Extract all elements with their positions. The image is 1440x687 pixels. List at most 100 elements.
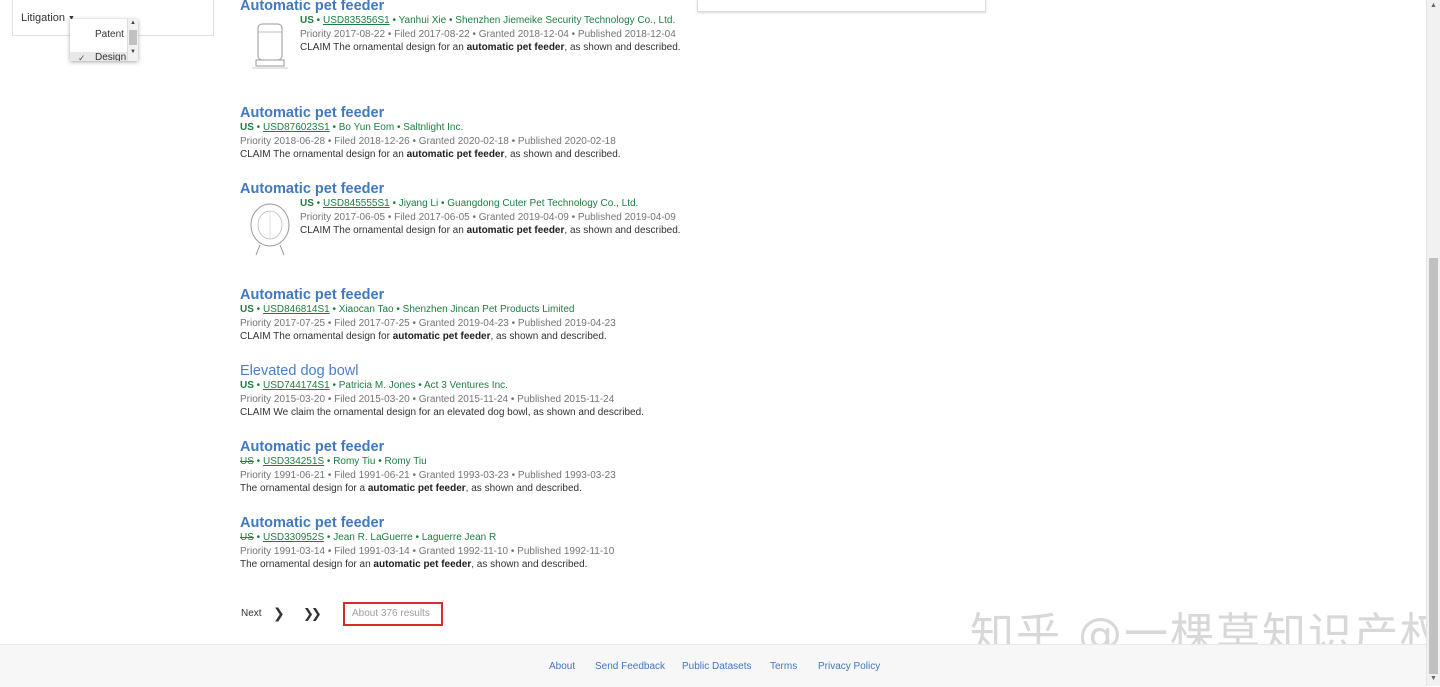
footer-terms-link[interactable]: Terms	[770, 661, 797, 672]
country-code: US	[240, 532, 254, 543]
claim-term: pet	[423, 559, 439, 570]
type-option-patent[interactable]: Patent	[70, 29, 128, 43]
inventor: Jiyang Li	[398, 198, 439, 209]
inventor: Patricia M. Jones	[338, 380, 416, 391]
claim-term: feeder	[474, 149, 505, 160]
patent-number-link[interactable]: USD876023S1	[263, 122, 330, 133]
separator: •	[508, 545, 518, 557]
page-scroll-thumb[interactable]	[1429, 258, 1438, 674]
result-item: Automatic pet feeder US • USD845555S1 • …	[240, 181, 681, 256]
dropdown-scrollbar[interactable]: ▲ ▼	[127, 19, 138, 61]
design-drawing-thumbnail[interactable]	[246, 18, 294, 74]
scroll-up-icon[interactable]: ▲	[130, 20, 136, 26]
granted-date: Granted 2015-11-24	[418, 393, 509, 405]
country-code: US	[240, 380, 254, 391]
result-title-link[interactable]: Elevated dog bowl	[240, 363, 680, 379]
result-title-link[interactable]: Automatic pet feeder	[240, 181, 680, 197]
claim-term: pet	[516, 225, 532, 236]
separator: •	[394, 122, 404, 133]
separator: •	[412, 532, 422, 543]
claim-term: feeder	[534, 42, 565, 53]
filed-date: Filed 2018-12-26	[334, 135, 410, 147]
patent-number-link[interactable]: USD334251S	[263, 456, 324, 467]
inventor: Jean R. LaGuerre	[333, 532, 413, 543]
separator: •	[409, 317, 419, 329]
country-code: US	[300, 15, 314, 26]
patent-number-link[interactable]: USD744174S1	[263, 380, 330, 391]
priority-date: Priority 1991-03-14	[240, 545, 326, 557]
result-claim: The ornamental design for a automatic pe…	[240, 482, 680, 496]
patent-number-link[interactable]: USD846814S1	[263, 304, 330, 315]
claim-term: automatic	[466, 42, 514, 53]
claim-term: pet	[442, 331, 458, 342]
separator: •	[568, 28, 578, 40]
filed-date: Filed 2017-07-25	[334, 317, 410, 329]
type-option-label: Patent	[95, 29, 124, 40]
separator: •	[313, 15, 323, 26]
chevron-right-icon[interactable]: ❯	[273, 605, 285, 622]
result-title-link[interactable]: Automatic pet feeder	[240, 287, 680, 303]
result-claim: CLAIM The ornamental design for an autom…	[300, 41, 681, 55]
patent-number-link[interactable]: USD835356S1	[323, 15, 390, 26]
separator: •	[325, 469, 335, 481]
result-item: Automatic pet feeder US • USD835356S1 • …	[240, 0, 681, 69]
result-title-link[interactable]: Automatic pet feeder	[240, 0, 680, 14]
separator: •	[415, 380, 424, 391]
footer-about-link[interactable]: About	[549, 661, 575, 672]
priority-date: Priority 2017-08-22	[300, 28, 386, 40]
separator: •	[253, 122, 263, 133]
result-item: Automatic pet feeder US • USD846814S1 • …	[240, 287, 680, 344]
patent-number-link[interactable]: USD330952S	[263, 532, 324, 543]
separator: •	[508, 317, 518, 329]
design-drawing-thumbnail[interactable]	[246, 201, 294, 257]
patent-number-link[interactable]: USD845555S1	[323, 198, 390, 209]
next-page-link[interactable]: Next	[241, 608, 262, 619]
footer-public-datasets-link[interactable]: Public Datasets	[682, 661, 751, 672]
claim-suffix: , as shown and described.	[564, 42, 681, 53]
assignee: Act 3 Ventures Inc.	[423, 380, 508, 391]
claim-prefix: CLAIM The ornamental design for	[240, 331, 390, 342]
published-date: Published 1992-11-10	[517, 545, 615, 557]
claim-suffix: , as shown and described.	[471, 559, 588, 570]
country-code: US	[240, 122, 254, 133]
filed-date: Filed 1991-06-21	[334, 469, 410, 481]
separator: •	[253, 456, 263, 467]
footer: About Send Feedback Public Datasets Term…	[0, 644, 1426, 687]
filed-date: Filed 2017-08-22	[394, 28, 470, 40]
result-claim: The ornamental design for an automatic p…	[240, 558, 680, 572]
result-item: Elevated dog bowl US • USD744174S1 • Pat…	[240, 363, 680, 420]
results-count-highlight: About 376 results	[343, 602, 443, 626]
footer-send-feedback-link[interactable]: Send Feedback	[595, 661, 665, 672]
country-code: US	[240, 456, 254, 467]
result-title-link[interactable]: Automatic pet feeder	[240, 515, 680, 531]
type-dropdown-list[interactable]: Patent ✓ Design ▲ ▼	[70, 19, 138, 61]
footer-privacy-policy-link[interactable]: Privacy Policy	[818, 661, 880, 672]
scroll-up-icon[interactable]: ▲	[1430, 2, 1437, 9]
result-dates: Priority 1991-06-21 • Filed 1991-06-21 •…	[240, 469, 680, 483]
scroll-down-icon[interactable]: ▼	[1430, 675, 1437, 682]
result-title-link[interactable]: Automatic pet feeder	[240, 439, 680, 455]
separator: •	[409, 545, 419, 557]
separator: •	[409, 469, 419, 481]
filed-date: Filed 1991-03-14	[334, 545, 410, 557]
type-option-design[interactable]: ✓ Design	[70, 52, 128, 61]
published-date: Published 2020-02-18	[517, 135, 616, 147]
priority-date: Priority 2018-06-28	[240, 135, 326, 147]
separator: •	[324, 456, 334, 467]
granted-date: Granted 2019-04-09	[478, 211, 569, 223]
litigation-dropdown[interactable]: Litigation▼	[21, 12, 75, 24]
result-item: Automatic pet feeder US • USD330952S • J…	[240, 515, 680, 572]
claim-term: feeder	[441, 559, 472, 570]
separator: •	[438, 198, 448, 209]
result-title-link[interactable]: Automatic pet feeder	[240, 105, 680, 121]
separator: •	[469, 211, 479, 223]
double-chevron-right-icon[interactable]: ❯❯	[303, 606, 322, 622]
dropdown-scroll-thumb[interactable]	[129, 30, 137, 45]
scroll-down-icon[interactable]: ▼	[130, 49, 136, 55]
separator: •	[324, 532, 334, 543]
page-scrollbar[interactable]: ▲ ▼	[1426, 0, 1440, 686]
claim-term: automatic	[406, 149, 454, 160]
claim-term: pet	[456, 149, 472, 160]
published-date: Published 2018-12-04	[577, 28, 676, 40]
separator: •	[253, 304, 263, 315]
